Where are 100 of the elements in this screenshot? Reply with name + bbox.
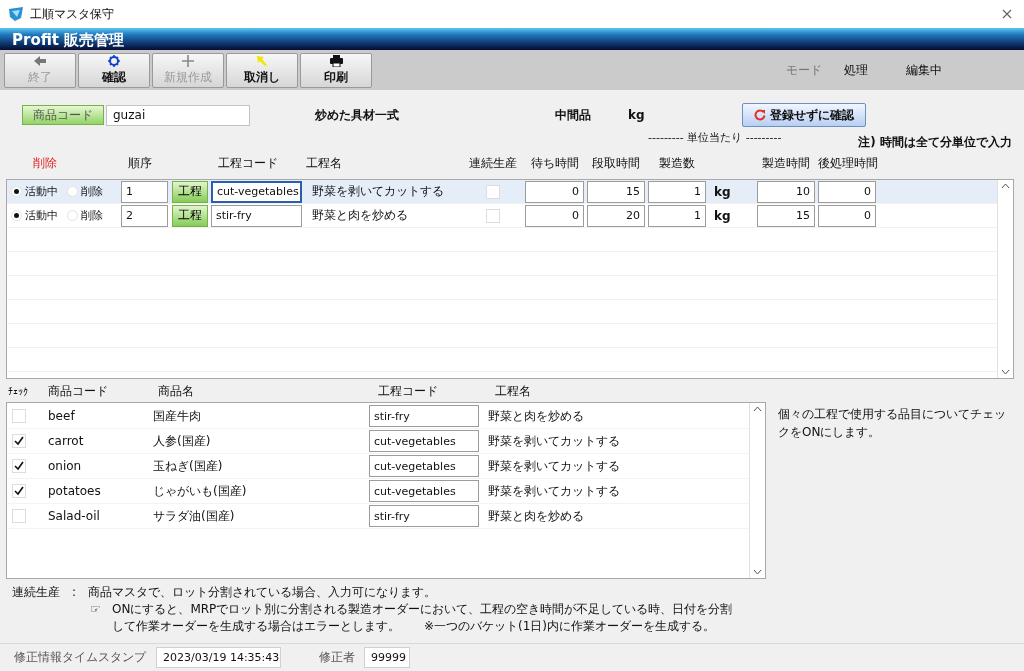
- editor-label: 修正者: [319, 649, 356, 666]
- timestamp-field: 2023/03/19 14:35:43: [156, 647, 281, 668]
- footnote-text: ONにすると、MRPでロット別に分割される製造オーダーにおいて、工程の空き時間が不足している時、日付を分割: [112, 601, 733, 618]
- checkbox[interactable]: [486, 208, 500, 223]
- scroll-down-icon: [1001, 369, 1010, 375]
- scrollbar[interactable]: [749, 403, 765, 578]
- column-header: 段取時間: [591, 154, 641, 172]
- process-code-field[interactable]: stir-fry: [211, 204, 302, 227]
- product-name: 炒めた具材一式: [315, 106, 400, 124]
- mode-label: モード: [786, 61, 823, 79]
- process-code-field[interactable]: cut-vegetables: [369, 455, 479, 477]
- item-code: carrot: [47, 434, 85, 448]
- back-arrow-icon: [33, 54, 47, 67]
- column-header: 製造時間: [761, 154, 811, 172]
- confirm-without-saving-button[interactable]: 登録せずに確認: [742, 103, 866, 127]
- product-code-field[interactable]: guzai: [106, 104, 250, 126]
- process-code-field[interactable]: cut-vegetables: [369, 430, 479, 452]
- radio-button[interactable]: 活動中: [11, 208, 58, 223]
- toolbar-button[interactable]: 印刷: [300, 52, 372, 88]
- product-code-label[interactable]: 商品コード: [22, 105, 104, 125]
- item-code: onion: [47, 459, 83, 473]
- product-unit: kg: [628, 108, 646, 122]
- process-name: 野菜と肉を炒める: [487, 407, 584, 425]
- item-code: potatoes: [47, 484, 102, 498]
- radio-button[interactable]: 活動中: [11, 184, 58, 199]
- check-icon: [14, 436, 24, 446]
- check-icon: [14, 461, 24, 471]
- process-code-field[interactable]: cut-vegetables: [211, 180, 302, 203]
- product-type: 中間品: [555, 106, 592, 124]
- editor-field: 99999: [364, 647, 410, 668]
- radio-button[interactable]: 削除: [67, 184, 103, 199]
- hint-text: 個々の工程で使用する品目についてチェックをONにします。: [778, 406, 1007, 441]
- toolbar-button[interactable]: 取消し: [226, 52, 298, 88]
- process-code-field[interactable]: cut-vegetables: [369, 480, 479, 502]
- table-row[interactable]: 活動中 削除 1 工程 cut-vegetables 野菜を剥いてカットする 0 15 1 kg 10 0: [7, 180, 997, 204]
- column-header: 商品名: [158, 382, 195, 400]
- close-icon: [1002, 9, 1012, 19]
- column-header: 工程コード: [217, 154, 279, 172]
- post-processing-time-field[interactable]: 0: [818, 180, 876, 203]
- post-processing-time-field[interactable]: 0: [818, 204, 876, 227]
- wait-time-field[interactable]: 0: [525, 204, 584, 227]
- mode-value: 処理: [844, 61, 869, 79]
- manufacturing-time-field[interactable]: 10: [757, 180, 815, 203]
- column-header: ﾁｪｯｸ: [8, 385, 29, 397]
- checkbox[interactable]: [12, 509, 26, 523]
- process-code-field[interactable]: stir-fry: [369, 405, 479, 427]
- quantity-field[interactable]: 1: [648, 180, 706, 203]
- process-name: 野菜と肉を炒める: [311, 207, 409, 224]
- mode-value: 編集中: [906, 61, 943, 79]
- column-header: 商品コード: [48, 382, 109, 400]
- sequence-field[interactable]: 1: [121, 180, 168, 203]
- plus-icon: [182, 54, 194, 67]
- unit-label: kg: [713, 184, 732, 199]
- app-title: Profit 販売管理: [12, 30, 125, 50]
- process-name: 野菜と肉を炒める: [487, 507, 584, 525]
- window-title: 工順マスタ保守: [30, 5, 114, 23]
- column-header: 工程名: [305, 154, 343, 172]
- checkbox[interactable]: [12, 459, 26, 473]
- column-header: 待ち時間: [529, 154, 580, 172]
- item-code: beef: [47, 409, 76, 423]
- process-name: 野菜を剥いてカットする: [487, 457, 620, 475]
- scroll-up-icon: [1001, 183, 1010, 189]
- checkbox[interactable]: [486, 184, 500, 199]
- pointing-hand-glyph: ☞: [90, 601, 102, 618]
- footnote-text: して作業オーダーを生成する場合はエラーとします。: [112, 618, 400, 635]
- item-name: 国産牛肉: [152, 407, 202, 425]
- process-name: 野菜を剥いてカットする: [487, 432, 620, 450]
- sequence-field[interactable]: 2: [121, 204, 168, 227]
- process-button[interactable]: 工程: [172, 180, 208, 203]
- item-code: Salad-oil: [47, 509, 101, 523]
- refresh-icon: [754, 109, 766, 121]
- checkbox[interactable]: [12, 409, 26, 423]
- column-header: 製造数: [658, 154, 696, 172]
- setup-time-field[interactable]: 20: [587, 204, 645, 227]
- toolbar-button[interactable]: 確認: [78, 52, 150, 88]
- per-unit-caption: --------- 単位当たり ---------: [648, 130, 782, 146]
- check-icon: [14, 486, 24, 496]
- process-button[interactable]: 工程: [172, 204, 208, 227]
- separator: :: [72, 584, 78, 601]
- column-header: 後処理時間: [818, 154, 876, 172]
- quantity-field[interactable]: 1: [648, 204, 706, 227]
- process-name: 野菜を剥いてカットする: [487, 482, 620, 500]
- scrollbar[interactable]: [997, 180, 1013, 378]
- wait-time-field[interactable]: 0: [525, 180, 584, 203]
- checkbox[interactable]: [12, 484, 26, 498]
- item-name: サラダ油(国産): [152, 507, 236, 525]
- checkbox[interactable]: [12, 434, 26, 448]
- column-header: 順序: [127, 154, 153, 172]
- setup-time-field[interactable]: 15: [587, 180, 645, 203]
- note-text: 注) 時間は全て分単位で入力: [858, 134, 1012, 151]
- process-code-field[interactable]: stir-fry: [369, 505, 479, 527]
- timestamp-label: 修正情報タイムスタンプ: [14, 649, 146, 666]
- column-header: 削除: [32, 154, 58, 172]
- item-name: 玉ねぎ(国産): [152, 457, 224, 475]
- cursor-arrow-icon: [256, 54, 268, 67]
- scroll-up-icon: [753, 406, 762, 412]
- radio-button[interactable]: 削除: [67, 208, 103, 223]
- printer-icon: [329, 54, 343, 67]
- process-name: 野菜を剥いてカットする: [311, 183, 445, 200]
- manufacturing-time-field[interactable]: 15: [757, 204, 815, 227]
